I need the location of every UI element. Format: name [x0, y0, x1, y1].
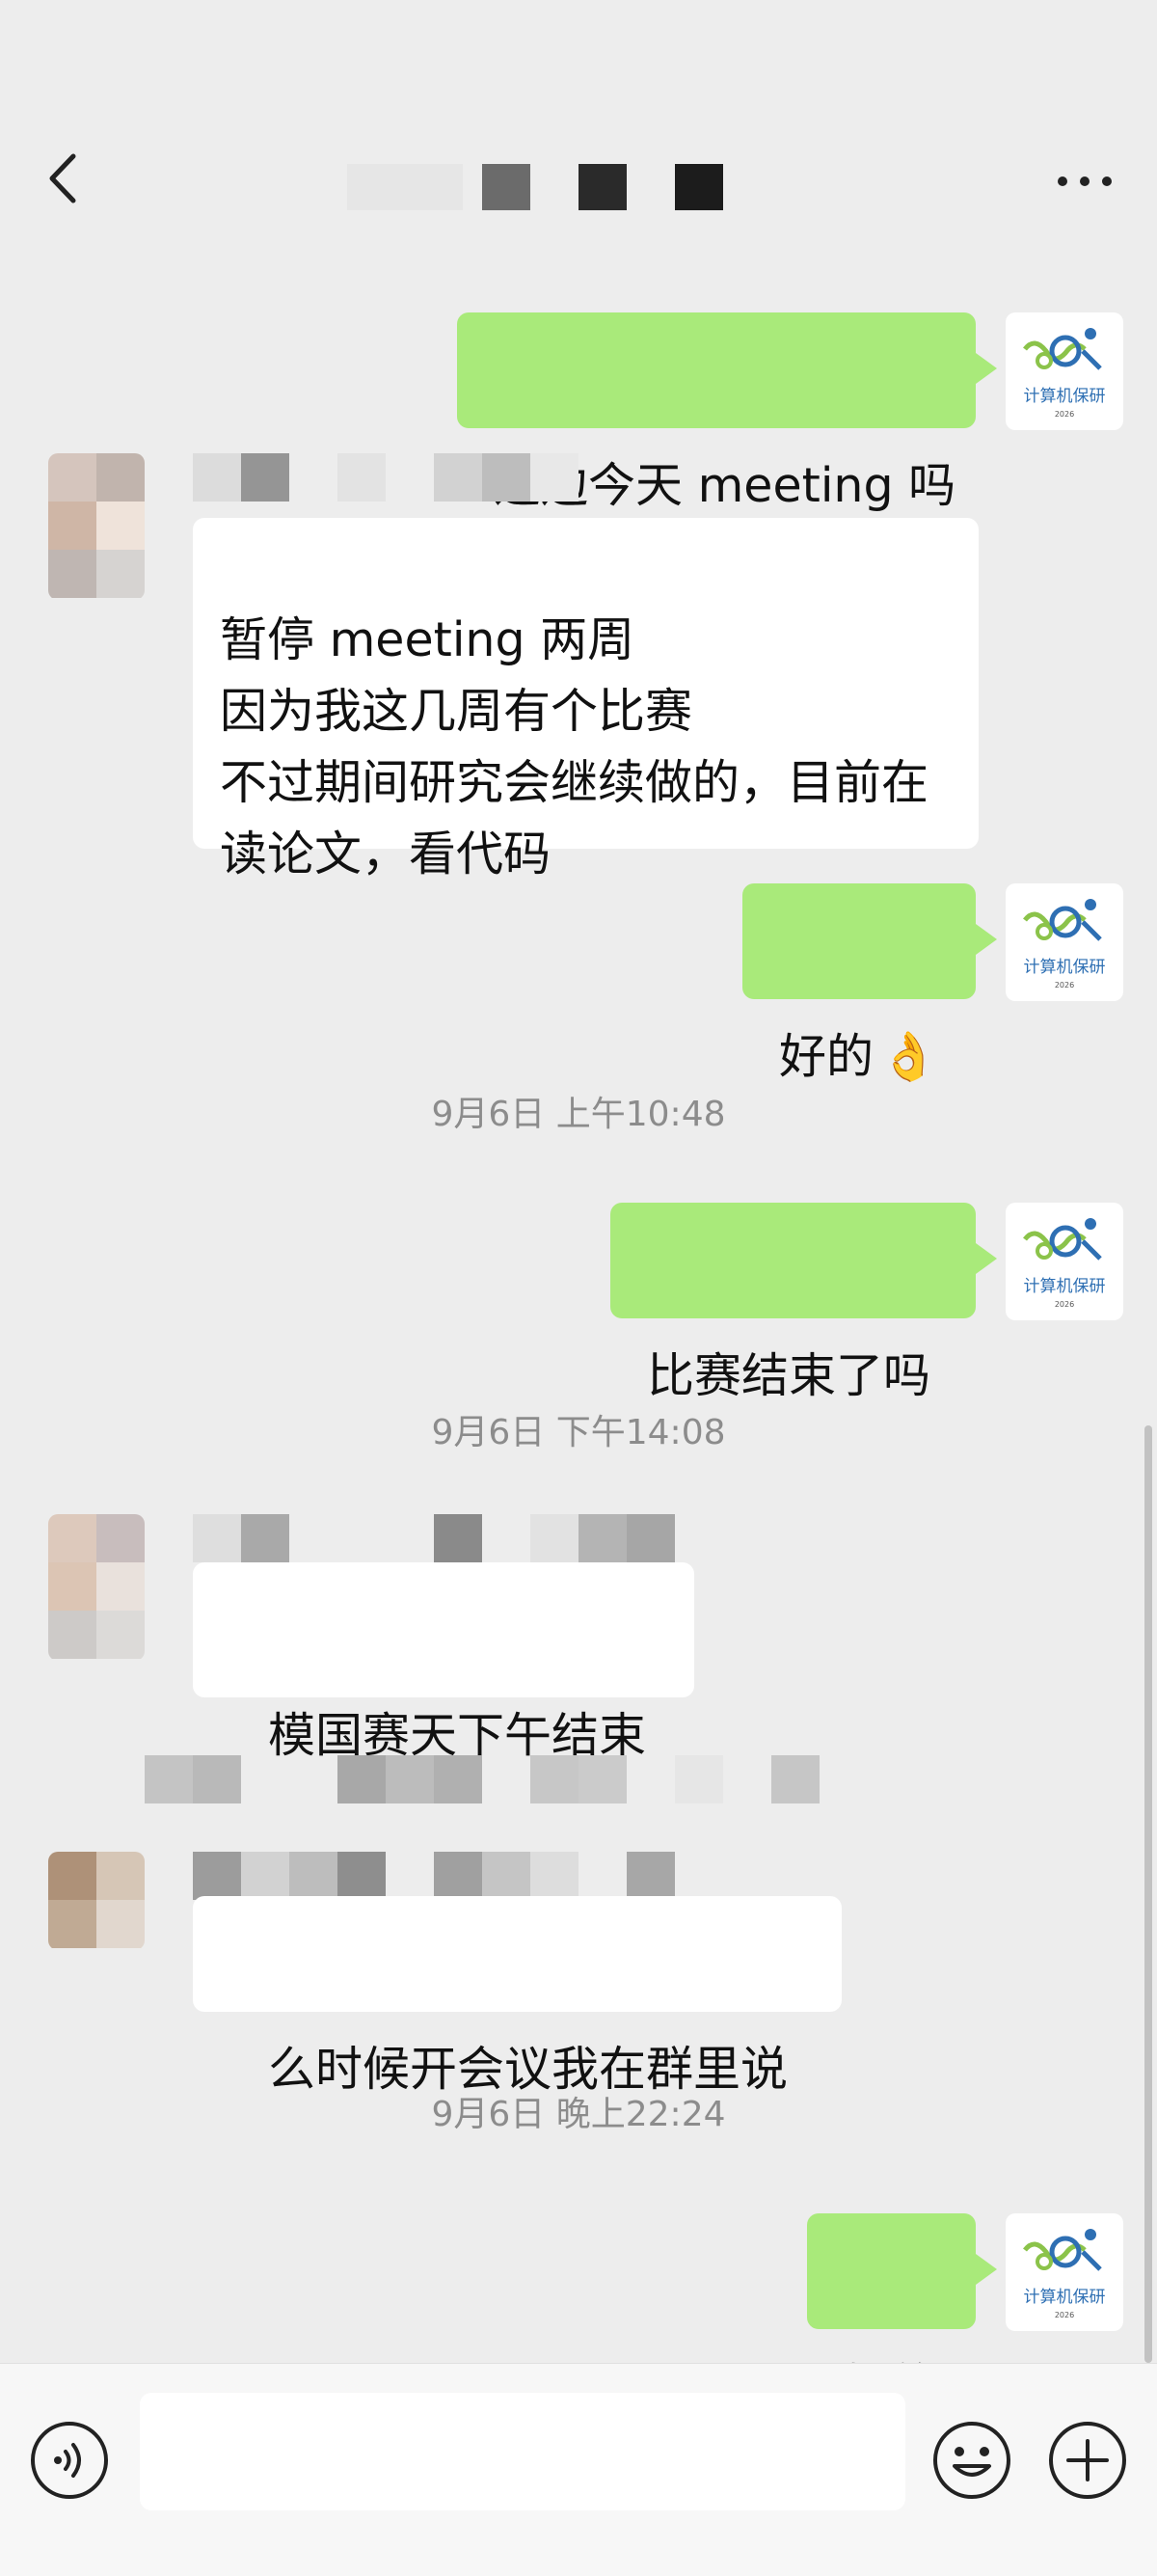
- message-text: 比赛结束了吗: [647, 1348, 931, 1403]
- message-bubble-incoming[interactable]: 么时候开会议我在群里说: [193, 1896, 842, 2097]
- my-avatar[interactable]: 计算机保研 2026: [1006, 2213, 1123, 2331]
- chat-header: [0, 0, 1157, 251]
- ok-hand-emoji: 👌: [879, 1029, 939, 1084]
- my-avatar[interactable]: 计算机保研 2026: [1006, 1203, 1123, 1320]
- svg-text:计算机保研: 计算机保研: [1024, 387, 1106, 406]
- quoted-sender-redacted: [193, 1852, 675, 1900]
- message-bubble-incoming[interactable]: 暂停 meeting 两周 因为我这几周有个比赛 不过期间研究会继续做的，目前在…: [193, 518, 979, 881]
- contact-avatar-redacted[interactable]: [48, 1514, 145, 1661]
- message-text: 暂停 meeting 两周 因为我这几周有个比赛 不过期间研究会继续做的，目前在…: [220, 612, 929, 881]
- system-notice-redacted: [145, 1755, 1012, 1803]
- message-bubble-outgoing[interactable]: 好的: [807, 2213, 997, 2414]
- message-text: 好的: [779, 1029, 874, 1084]
- more-options-button[interactable]: [1051, 164, 1118, 199]
- svg-text:计算机保研: 计算机保研: [1024, 958, 1106, 977]
- my-avatar[interactable]: 计算机保研 2026: [1006, 883, 1123, 1001]
- emoji-icon: [933, 2422, 1010, 2499]
- timestamp: 9月6日 晚上22:24: [431, 2095, 726, 2134]
- message-input[interactable]: [140, 2393, 905, 2510]
- svg-text:计算机保研: 计算机保研: [1024, 1277, 1106, 1296]
- my-avatar[interactable]: 计算机保研 2026: [1006, 312, 1123, 430]
- message-bubble-incoming[interactable]: 模国赛天下午结束: [193, 1562, 694, 1763]
- timestamp: 9月6日 下午14:08: [431, 1413, 726, 1452]
- svg-text:2026: 2026: [1055, 1300, 1074, 1309]
- chevron-left-icon: [49, 153, 76, 203]
- more-dots-icon: [1058, 176, 1112, 186]
- plus-icon: [1049, 2422, 1126, 2499]
- contact-avatar-redacted[interactable]: [48, 453, 145, 600]
- voice-icon: [31, 2422, 108, 2499]
- message-bubble-outgoing[interactable]: 比赛结束了吗: [610, 1203, 997, 1403]
- quoted-sender-redacted: [193, 1514, 675, 1562]
- logo-icon: 计算机保研 2026: [1023, 2229, 1106, 2319]
- logo-icon: 计算机保研 2026: [1023, 1218, 1106, 1309]
- message-list[interactable]: 这边今天 meeting 吗 计算机保研 2026 暂停 meeting 两周 …: [0, 251, 1157, 2414]
- message-bubble-outgoing[interactable]: 这边今天 meeting 吗: [457, 312, 997, 513]
- voice-button[interactable]: [29, 2420, 110, 2501]
- svg-text:2026: 2026: [1055, 2311, 1074, 2319]
- more-actions-button[interactable]: [1047, 2420, 1128, 2501]
- input-bar: [0, 2363, 1157, 2576]
- scrollbar[interactable]: [1144, 1425, 1152, 2363]
- message-bubble-outgoing[interactable]: 好的 👌: [742, 883, 997, 1084]
- timestamp: 9月6日 上午10:48: [431, 1095, 726, 1134]
- emoji-button[interactable]: [931, 2420, 1012, 2501]
- contact-avatar-redacted[interactable]: [48, 1852, 145, 1950]
- quoted-sender-redacted: [193, 453, 675, 502]
- chat-title-redacted: [328, 154, 791, 216]
- svg-text:2026: 2026: [1055, 410, 1074, 419]
- svg-text:计算机保研: 计算机保研: [1024, 2288, 1106, 2307]
- back-button[interactable]: [39, 145, 87, 212]
- logo-icon: 计算机保研 2026: [1023, 899, 1106, 990]
- svg-text:2026: 2026: [1055, 981, 1074, 990]
- logo-icon: 计算机保研 2026: [1023, 328, 1106, 419]
